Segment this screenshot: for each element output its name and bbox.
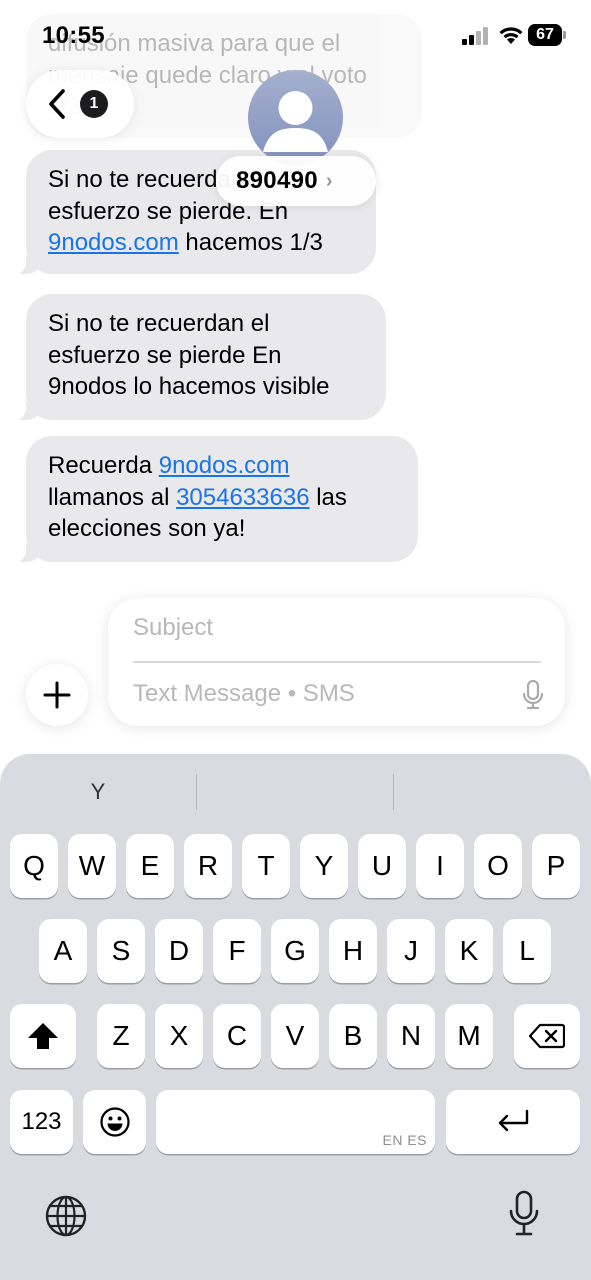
key-r[interactable]: R — [184, 834, 232, 898]
message-line: esfuerzo se pierde En — [48, 341, 282, 369]
chevron-left-icon — [49, 89, 65, 119]
message-link[interactable]: 9nodos.com — [48, 229, 179, 256]
message-text: llamanos al — [48, 483, 177, 511]
key-e[interactable]: E — [126, 834, 174, 898]
shift-key[interactable] — [10, 1004, 76, 1068]
add-attachment-button[interactable] — [26, 664, 88, 726]
status-time: 10:55 — [42, 22, 105, 49]
key-p[interactable]: P — [532, 834, 580, 898]
battery-level: 67 — [536, 26, 554, 43]
microphone-icon[interactable] — [522, 680, 544, 710]
message-line: Si no te recuerdan el — [48, 310, 270, 337]
subject-input[interactable]: Subject — [133, 614, 213, 642]
phone-link[interactable]: 3054633636 — [176, 484, 309, 511]
delete-icon — [529, 1023, 565, 1049]
message-line: llamanos al 3054633636 las — [48, 482, 396, 514]
key-b[interactable]: B — [329, 1004, 377, 1068]
emoji-icon — [99, 1107, 130, 1137]
battery-cap — [563, 31, 566, 39]
key-k[interactable]: K — [445, 919, 493, 983]
key-u[interactable]: U — [358, 834, 406, 898]
globe-icon[interactable] — [44, 1194, 88, 1238]
key-d[interactable]: D — [155, 919, 203, 983]
contact-avatar[interactable] — [248, 70, 343, 165]
prediction-suggestion[interactable]: Y — [0, 776, 196, 816]
key-n[interactable]: N — [387, 1004, 435, 1068]
compose-divider — [133, 661, 541, 663]
message-link[interactable]: 9nodos.com — [159, 452, 290, 479]
back-button[interactable]: 1 — [26, 70, 134, 138]
key-f[interactable]: F — [213, 919, 261, 983]
key-z[interactable]: Z — [97, 1004, 145, 1068]
emoji-key[interactable] — [83, 1090, 146, 1154]
key-h[interactable]: H — [329, 919, 377, 983]
message-line: 9nodos.com hacemos 1/3 — [48, 227, 354, 259]
dictation-microphone-icon[interactable] — [508, 1190, 540, 1238]
message-bubble[interactable]: Recuerda 9nodos.com llamanos al 30546336… — [10, 436, 418, 562]
key-c[interactable]: C — [213, 1004, 261, 1068]
key-v[interactable]: V — [271, 1004, 319, 1068]
battery-icon: 67 — [528, 24, 566, 48]
key-g[interactable]: G — [271, 919, 319, 983]
numbers-key[interactable]: 123 — [10, 1090, 73, 1154]
prediction-suggestion[interactable] — [394, 776, 591, 816]
key-j[interactable]: J — [387, 919, 435, 983]
message-line: elecciones son ya! — [48, 515, 246, 542]
compose-box[interactable]: Subject Text Message • SMS — [108, 598, 565, 726]
plus-icon — [43, 681, 71, 709]
status-bar: 10:55 67 — [0, 0, 591, 70]
person-icon — [263, 91, 328, 152]
prediction-suggestion[interactable] — [197, 776, 393, 816]
contact-name-button[interactable]: 890490 › — [216, 156, 376, 206]
message-text: hacemos 1/3 — [178, 229, 323, 256]
wifi-icon — [499, 27, 523, 44]
message-line: 9nodos lo hacemos visible — [48, 373, 330, 400]
return-icon — [498, 1109, 529, 1132]
key-l[interactable]: L — [503, 919, 551, 983]
key-a[interactable]: A — [39, 919, 87, 983]
shift-icon — [28, 1023, 58, 1049]
message-line: Recuerda 9nodos.com — [48, 450, 396, 482]
signal-icon — [462, 27, 488, 45]
key-o[interactable]: O — [474, 834, 522, 898]
message-bubble[interactable]: Si no te recuerdan el esfuerzo se pierde… — [10, 294, 386, 420]
keyboard-language-label: EN ES — [382, 1132, 427, 1148]
return-key[interactable] — [446, 1090, 580, 1154]
key-x[interactable]: X — [155, 1004, 203, 1068]
space-key[interactable]: EN ES — [156, 1090, 435, 1154]
key-s[interactable]: S — [97, 919, 145, 983]
message-input[interactable]: Text Message • SMS — [133, 680, 355, 708]
key-y[interactable]: Y — [300, 834, 348, 898]
contact-name: 890490 — [236, 167, 318, 194]
keyboard[interactable]: Y Q W E R T Y U I O P A S D F G H J K L … — [0, 754, 591, 1280]
key-w[interactable]: W — [68, 834, 116, 898]
message-text: Recuerda — [48, 452, 159, 479]
key-q[interactable]: Q — [10, 834, 58, 898]
message-text: las — [309, 483, 347, 511]
key-m[interactable]: M — [445, 1004, 493, 1068]
chevron-right-icon: › — [325, 169, 333, 192]
delete-key[interactable] — [514, 1004, 580, 1068]
key-t[interactable]: T — [242, 834, 290, 898]
unread-badge: 1 — [80, 90, 108, 118]
key-i[interactable]: I — [416, 834, 464, 898]
